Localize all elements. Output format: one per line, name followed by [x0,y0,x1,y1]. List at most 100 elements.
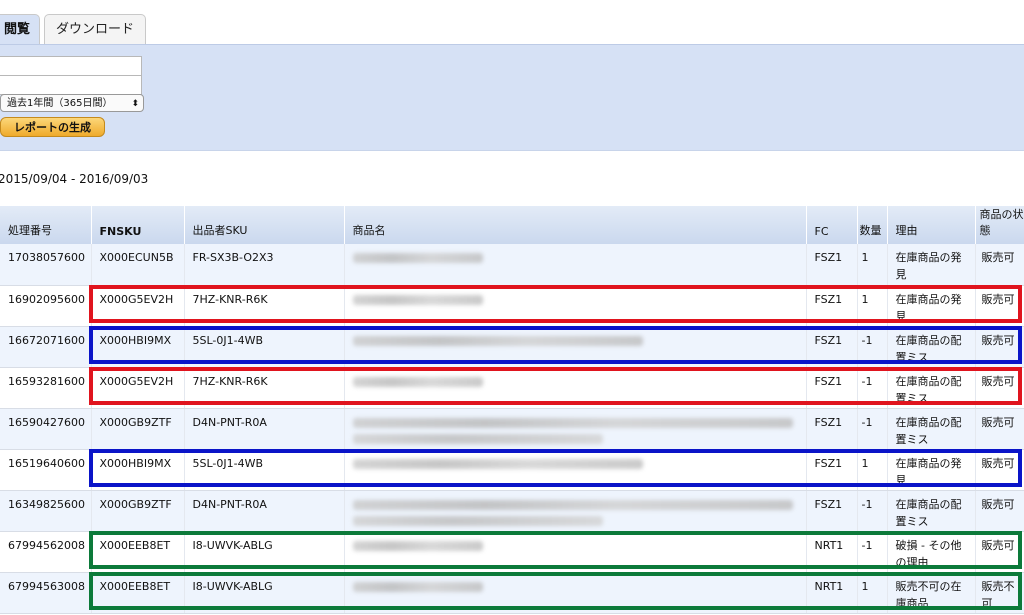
cell-reason: 販売不可の在庫商品 [887,572,976,614]
col-header-reason[interactable]: 理由 [887,206,976,244]
blurred-product-name [352,581,483,592]
cell-qty: 1 [857,572,888,614]
cell-id: 16902095600 [0,285,92,327]
cell-id: 16593281600 [0,367,92,409]
col-header-fc[interactable]: FC [806,206,858,244]
cell-id: 67994563008 [0,572,92,614]
table-row: 16672071600 X000HBI9MX 5SL-0J1-4WB FSZ1 -1 在庫… [0,326,1024,368]
cell-sku: I8-UWVK-ABLG [184,572,345,614]
table-row: 16593281600 X000G5EV2H 7HZ-KNR-R6K FSZ1 -1 在庫… [0,367,1024,409]
cell-fnsku: X000ECUN5B [91,244,185,286]
blurred-product-name [352,294,483,305]
cell-fc: FSZ1 [806,326,858,368]
cell-fnsku: X000HBI9MX [91,449,185,491]
cell-fc: FSZ1 [806,244,858,286]
cell-qty: -1 [857,326,888,368]
cell-qty: -1 [857,408,888,450]
cell-qty: 1 [857,449,888,491]
tab-download[interactable]: ダウンロード [44,14,146,44]
cell-fnsku: X000HBI9MX [91,326,185,368]
cell-qty: 1 [857,244,888,286]
cell-product [344,572,807,614]
filter-input-1[interactable] [0,56,142,76]
cell-sku: FR-SX3B-O2X3 [184,244,345,286]
col-header-fnsku[interactable]: FNSKU [91,206,185,244]
cell-fc: NRT1 [806,572,858,614]
col-header-status[interactable]: 商品の状態 [975,206,1024,244]
cell-reason: 破損 - その他の理由 [887,531,976,573]
filter-input-2[interactable] [0,75,142,95]
period-select[interactable]: 過去1年間（365日間） ⬍ [0,94,144,112]
cell-reason: 在庫商品の配置ミス [887,326,976,368]
cell-fnsku: X000EEB8ET [91,531,185,573]
cell-status: 販売可 [975,326,1024,368]
blurred-product-name [352,417,793,428]
cell-sku: 7HZ-KNR-R6K [184,285,345,327]
blurred-product-name [352,376,483,387]
date-range: 2015/09/04 - 2016/09/03 [0,172,149,186]
cell-status: 販売可 [975,244,1024,286]
filter-panel: 過去1年間（365日間） ⬍ レポートの生成 [0,44,1024,151]
cell-id: 16349825600 [0,490,92,532]
cell-fnsku: X000GB9ZTF [91,408,185,450]
col-header-qty[interactable]: 数量 [857,206,888,244]
cell-fnsku: X000G5EV2H [91,367,185,409]
report-table: 処理番号 FNSKU 出品者SKU 商品名 FC 数量 理由 商品の状態 170… [0,206,1024,614]
cell-reason: 在庫商品の発見 [887,449,976,491]
cell-reason: 在庫商品の配置ミス [887,408,976,450]
cell-id: 16590427600 [0,408,92,450]
blurred-product-name [352,253,483,263]
cell-id: 67994562008 [0,531,92,573]
period-select-value: 過去1年間（365日間） [7,98,113,109]
cell-sku: 7HZ-KNR-R6K [184,367,345,409]
cell-id: 17038057600 [0,244,92,286]
table-row: 67994563008 X000EEB8ET I8-UWVK-ABLG NRT1 1 販売… [0,572,1024,614]
blurred-product-name-line2 [352,515,603,526]
cell-status: 販売可 [975,490,1024,532]
cell-qty: -1 [857,367,888,409]
tab-bar: 閲覧 ダウンロード [0,0,1024,46]
chevron-updown-icon: ⬍ [131,99,139,109]
cell-fc: FSZ1 [806,408,858,450]
cell-fc: FSZ1 [806,490,858,532]
cell-reason: 在庫商品の配置ミス [887,367,976,409]
cell-product [344,449,807,491]
cell-sku: 5SL-0J1-4WB [184,449,345,491]
cell-qty: -1 [857,531,888,573]
cell-product [344,326,807,368]
cell-status: 販売可 [975,531,1024,573]
table-row: 17038057600 X000ECUN5B FR-SX3B-O2X3 FSZ1 1 在庫… [0,244,1024,286]
cell-reason: 在庫商品の発見 [887,244,976,286]
cell-sku: 5SL-0J1-4WB [184,326,345,368]
cell-status: 販売不可 [975,572,1024,614]
cell-product [344,531,807,573]
cell-product [344,367,807,409]
cell-status: 販売可 [975,408,1024,450]
cell-fc: FSZ1 [806,449,858,491]
table-row: 16349825600 X000GB9ZTF D4N-PNT-R0A FSZ1 -1 在庫… [0,490,1024,532]
table-header-row: 処理番号 FNSKU 出品者SKU 商品名 FC 数量 理由 商品の状態 [0,206,1024,244]
blurred-product-name [352,458,643,469]
cell-fc: FSZ1 [806,285,858,327]
cell-sku: D4N-PNT-R0A [184,408,345,450]
cell-fnsku: X000EEB8ET [91,572,185,614]
cell-fc: NRT1 [806,531,858,573]
col-header-sku[interactable]: 出品者SKU [184,206,345,244]
cell-reason: 在庫商品の配置ミス [887,490,976,532]
cell-product [344,490,807,532]
col-header-product[interactable]: 商品名 [344,206,807,244]
cell-status: 販売可 [975,285,1024,327]
cell-qty: -1 [857,490,888,532]
tab-browse[interactable]: 閲覧 [0,14,40,46]
cell-product [344,408,807,450]
generate-report-button[interactable]: レポートの生成 [0,117,105,137]
cell-sku: D4N-PNT-R0A [184,490,345,532]
cell-status: 販売可 [975,367,1024,409]
cell-fnsku: X000G5EV2H [91,285,185,327]
blurred-product-name-line2 [352,433,603,444]
blurred-product-name [352,540,483,551]
table-row: 16590427600 X000GB9ZTF D4N-PNT-R0A FSZ1 -1 在庫… [0,408,1024,450]
col-header-id[interactable]: 処理番号 [0,206,92,244]
cell-id: 16519640600 [0,449,92,491]
cell-reason: 在庫商品の発見 [887,285,976,327]
